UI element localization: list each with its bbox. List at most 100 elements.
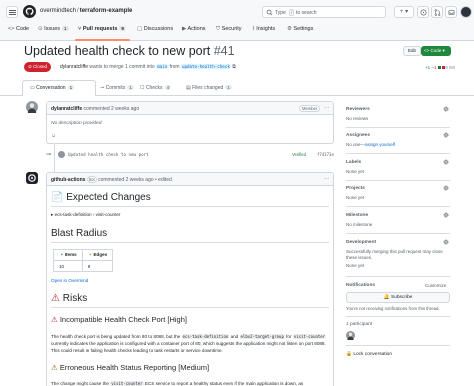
gear-icon[interactable]	[443, 159, 449, 165]
sidebar-assignees-label: Assignees	[346, 133, 370, 138]
sidebar-assignees[interactable]: Assignees No one—assign yourself	[346, 133, 450, 147]
pr-description-comment: dylanratcliffe commented 2 weeks ago Mem…	[46, 101, 334, 144]
gear-icon[interactable]	[443, 239, 449, 245]
nav-code-label: Code	[15, 26, 30, 32]
warning-icon: ⚠	[51, 315, 58, 324]
gear-icon[interactable]	[443, 185, 449, 191]
subscribe-button-label: Subscribe	[390, 295, 413, 300]
top-header: overmindtech/terraform-example Type / to…	[0, 0, 474, 41]
commit-sha-link[interactable]: f74173e	[317, 152, 334, 157]
author-role-badge: Member	[299, 105, 321, 112]
github-actions-avatar[interactable]	[26, 172, 38, 184]
tab-conversation[interactable]: ▭ Conversation 1	[30, 85, 75, 91]
verified-badge[interactable]: Verified	[292, 152, 306, 157]
base-branch[interactable]: main	[156, 64, 169, 69]
tab-checks-count: 4	[164, 85, 172, 90]
sidebar-divider	[346, 153, 450, 154]
sidebar-reviewers-label: Reviewers	[346, 107, 370, 112]
gear-icon[interactable]	[443, 212, 449, 218]
sidebar-projects-value: None yet	[346, 195, 365, 200]
inline-code: elbv2-target-group	[239, 334, 285, 339]
subscribe-button[interactable]: 🔔 Subscribe	[346, 292, 450, 303]
nav-discussions-label: Discussions	[143, 26, 174, 32]
nav-pull-requests[interactable]: ⑂ Pull requests 9	[78, 26, 126, 32]
conversation-icon: ▭	[30, 85, 35, 91]
search-input[interactable]: Type / to search	[262, 6, 386, 18]
tab-commits[interactable]: ⊸ Commits 1	[100, 85, 134, 91]
sidebar-participants: 1 participant	[346, 322, 450, 327]
risk2-text: The change might cause the	[51, 381, 109, 386]
inline-code: visit-counter	[110, 381, 144, 386]
tab-checks[interactable]: ☐ Checks 4	[140, 85, 172, 91]
risk2-body: The change might cause the visit-counter…	[51, 380, 331, 386]
nav-pull-requests-label: Pull requests	[82, 26, 118, 32]
avatar[interactable]	[58, 151, 65, 158]
commit-message-link[interactable]: Updated health check to new port	[68, 152, 149, 157]
comment-timestamp[interactable]: commented 2 weeks ago • edited	[98, 177, 172, 183]
pull-requests-icon[interactable]	[431, 6, 443, 18]
create-new-button[interactable]: + ▾	[394, 6, 414, 18]
customize-notifications-link[interactable]: Customize	[425, 283, 446, 288]
tab-commits-count: 1	[127, 85, 134, 90]
sidebar-labels-value: None yet	[346, 169, 365, 174]
nav-issues[interactable]: ⊙ Issues 1	[38, 26, 69, 32]
assign-yourself-link[interactable]: assign yourself	[365, 142, 395, 147]
nav-actions-label: Actions	[187, 26, 206, 32]
commit-icon: ⊸	[100, 85, 105, 91]
code-dropdown-button[interactable]: <> Code ▾	[421, 46, 451, 56]
inline-code: visit-counter	[292, 334, 327, 339]
gear-icon[interactable]	[443, 132, 449, 138]
hamburger-menu-button[interactable]	[6, 6, 18, 18]
comment-author[interactable]: github-actions	[51, 177, 85, 183]
pr-author-link[interactable]: dylanratcliffe	[60, 64, 88, 70]
copy-icon[interactable]: ⧉	[232, 64, 236, 70]
repo-owner-link[interactable]: overmindtech	[40, 8, 76, 14]
edit-title-button[interactable]: Edit	[403, 46, 421, 56]
nav-code[interactable]: <> Code	[8, 26, 29, 32]
inline-code: ecs-task-definition	[181, 334, 230, 339]
commit-icon: ⊸	[46, 152, 52, 158]
github-logo-icon[interactable]	[23, 5, 36, 18]
sidebar-labels[interactable]: Labels None yet	[346, 160, 450, 174]
risk1-text: The health check port is being updated f…	[51, 334, 181, 339]
sidebar-projects[interactable]: Projects None yet	[346, 186, 450, 200]
edges-value: 9	[81, 260, 114, 272]
nav-discussions[interactable]: ▢ Discussions	[137, 26, 173, 32]
more-options-icon[interactable]: ···	[324, 105, 329, 111]
sidebar-reviewers[interactable]: Reviewers No reviews	[346, 107, 450, 121]
sidebar-divider	[346, 127, 450, 128]
avatar[interactable]	[26, 101, 38, 113]
sidebar-development-value: Successfully merging this pull request m…	[346, 249, 443, 260]
tab-files-changed[interactable]: ▤ Files changed 1	[186, 85, 232, 91]
add-reaction-icon[interactable]: ☺	[51, 133, 56, 139]
tab-files-changed-count: 1	[225, 85, 232, 90]
sidebar-development[interactable]: Development Successfully merging this pu…	[346, 240, 450, 268]
nav-issues-count: 1	[62, 26, 69, 31]
notification-note: You're not receiving notifications from …	[346, 306, 440, 311]
comment-author[interactable]: dylanratcliffe	[51, 106, 82, 112]
change-item-expander[interactable]: ▸ ecs-task-definition › visit-counter	[51, 211, 331, 218]
avatar[interactable]	[346, 331, 355, 340]
gear-icon[interactable]	[443, 106, 449, 112]
warning-icon: ⚠	[51, 363, 58, 372]
repo-breadcrumb: overmindtech/terraform-example	[40, 8, 132, 14]
nav-settings[interactable]: ⚙ Settings	[287, 26, 313, 32]
open-in-overmind-link[interactable]: Open in Overmind	[51, 277, 331, 284]
discussion-icon: ▢	[137, 26, 143, 32]
sidebar-milestone[interactable]: Milestone No milestone	[346, 213, 450, 227]
repo-name-link[interactable]: terraform-example	[80, 8, 133, 14]
head-branch[interactable]: update-health-check	[180, 64, 231, 69]
user-avatar[interactable]	[460, 6, 472, 18]
tab-conversation-label: Conversation	[36, 85, 66, 91]
tab-conversation-count: 1	[67, 85, 75, 90]
nav-insights[interactable]: ⌇ Insights	[252, 26, 275, 32]
issues-icon[interactable]	[417, 6, 429, 18]
inbox-icon[interactable]	[445, 6, 457, 18]
lock-conversation-link[interactable]: 🔒 Lock conversation	[346, 352, 392, 357]
nav-security[interactable]: ⛉ Security	[216, 26, 242, 33]
more-options-icon[interactable]: ···	[324, 176, 329, 182]
nav-security-label: Security	[221, 26, 242, 32]
table-row: 10 9	[53, 260, 114, 272]
comment-timestamp[interactable]: commented 2 weeks ago	[84, 106, 140, 112]
nav-actions[interactable]: ▶ Actions	[182, 26, 206, 32]
